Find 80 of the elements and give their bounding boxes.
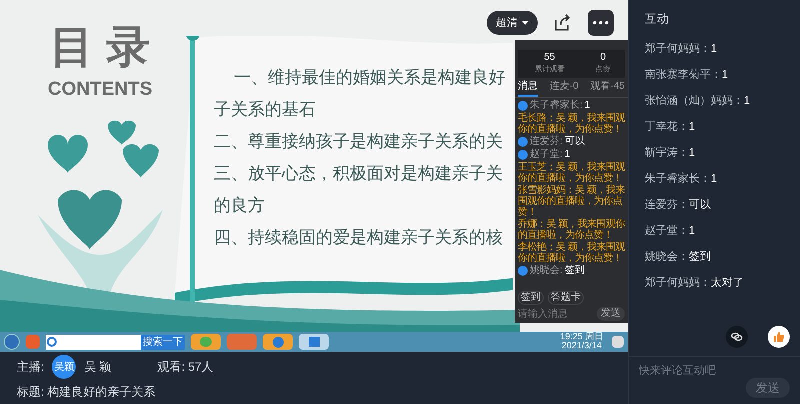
panel-title: 互动 [644,11,670,28]
slide-title: 目 录 [50,26,150,70]
viewer-count: 观看: 57人 [158,359,214,376]
chat-text: 1 [564,149,570,161]
commenter-name: 郑子何妈妈： [645,276,711,290]
chat-name: 连爱芬: [530,136,563,148]
more-button[interactable] [588,10,614,36]
stat-value: 0 [600,52,606,64]
clock-time: 19:25 周日 [560,333,604,342]
send-button[interactable]: 发送 [597,307,625,321]
thumbs-up-icon [773,331,785,343]
taskbar-app-button[interactable] [299,334,329,350]
comment-text: 太对了 [711,276,744,290]
slide-text-line: 三、放平心态，积极面对是构建亲子关 [214,163,504,185]
host-label: 主播: [17,359,44,376]
share-icon [554,14,572,32]
host-name: 吴 颖 [84,359,112,376]
comment-text: 1 [689,120,696,134]
comment-text: 可以 [689,198,711,212]
comment-text: 1 [689,224,696,238]
like-button[interactable] [768,326,790,348]
commenter-name: 靳宇涛： [645,146,689,160]
chat-bubble-icon [200,337,212,347]
start-button[interactable] [4,334,20,350]
commenter-name: 南张寨李菊平： [645,68,722,82]
live-title: 标题: 构建良好的亲子关系 [17,384,157,401]
browser-icon [46,336,58,348]
chat-tab[interactable]: 观看-45 [590,80,625,97]
slide-subtitle: CONTENTS [48,78,152,102]
chat-tab[interactable]: 连麦-0 [550,80,579,97]
message-input[interactable]: 请输入消息 [518,307,588,321]
calendar-icon [308,337,320,347]
taskbar-app-button[interactable] [263,334,293,350]
slide-text-line: 的良方 [214,195,266,217]
avatar-icon [518,101,528,111]
chat-greeting: 张雪影妈妈：吴 颖，我来围观你的直播啦，为你点赞！ [518,185,625,218]
commenter-name: 连爱芬： [645,198,689,212]
stat-value: 55 [544,52,556,64]
chat-text: 签到 [564,265,585,277]
slide-text-line: 一、维持最佳的婚姻关系是构建良好 [233,67,506,89]
chat-tab[interactable]: 消息 [518,80,538,97]
chat-name: 朱子睿家长: [530,100,583,112]
quality-button[interactable]: 超清 [487,11,538,35]
comment-text: 1 [711,172,718,186]
clock-date: 2021/3/14 [562,342,602,351]
more-icon [593,21,609,25]
chat-greeting: 王玉芝：吴 颖，我来围观你的直播啦，为你点赞！ [518,162,625,184]
comment-text: 1 [722,68,728,82]
chat-greeting: 乔娜：吴 颖，我来围观你的直播啦，为你点赞！ [518,219,625,241]
chat-app-button[interactable] [191,334,221,350]
chat-text: 可以 [564,136,585,148]
chat-action-button[interactable]: 答题卡 [548,291,584,305]
slide-text-line: 子关系的基石 [214,99,317,121]
chat-name: 姚晓会: [530,265,563,277]
send-button[interactable]: 发送 [746,378,790,398]
comment-text: 签到 [689,250,711,264]
link-button[interactable] [726,326,748,348]
commenter-name: 姚晓会： [645,250,689,264]
comment-text: 1 [711,42,718,56]
chat-name: 赵子堂: [530,149,563,161]
search-button[interactable]: 搜索一下 [141,334,185,350]
commenter-name: 朱子睿家长： [645,172,711,186]
chat-greeting: 李松艳：吴 颖，我来围观你的直播啦，为你点赞！ [518,242,625,264]
search-field[interactable] [46,334,141,350]
comment-text: 1 [689,146,696,160]
host-avatar: 吴颖 [52,355,76,379]
chat-text: 1 [584,100,590,112]
comment-input[interactable]: 快来评论互动吧 [639,363,790,380]
commenter-name: 张怡涵（灿）妈妈： [645,94,744,108]
avatar-icon [518,266,528,276]
caret-icon [522,21,529,25]
commenter-name: 赵子堂： [645,224,689,238]
slide-text-line: 四、持续稳固的爱是构建亲子关系的核 [214,227,504,249]
commenter-name: 郑子何妈妈： [645,42,711,56]
link-icon [731,331,743,343]
slide-text-line: 二、尊重接纳孩子是构建亲子关系的关 [214,131,504,153]
commenter-name: 丁幸花： [645,120,689,134]
chat-action-button[interactable]: 签到 [518,291,544,305]
chat-greeting: 毛长路：吴 颖，我来围观你的直播啦，为你点赞！ [518,113,625,135]
comment-text: 1 [744,94,750,108]
